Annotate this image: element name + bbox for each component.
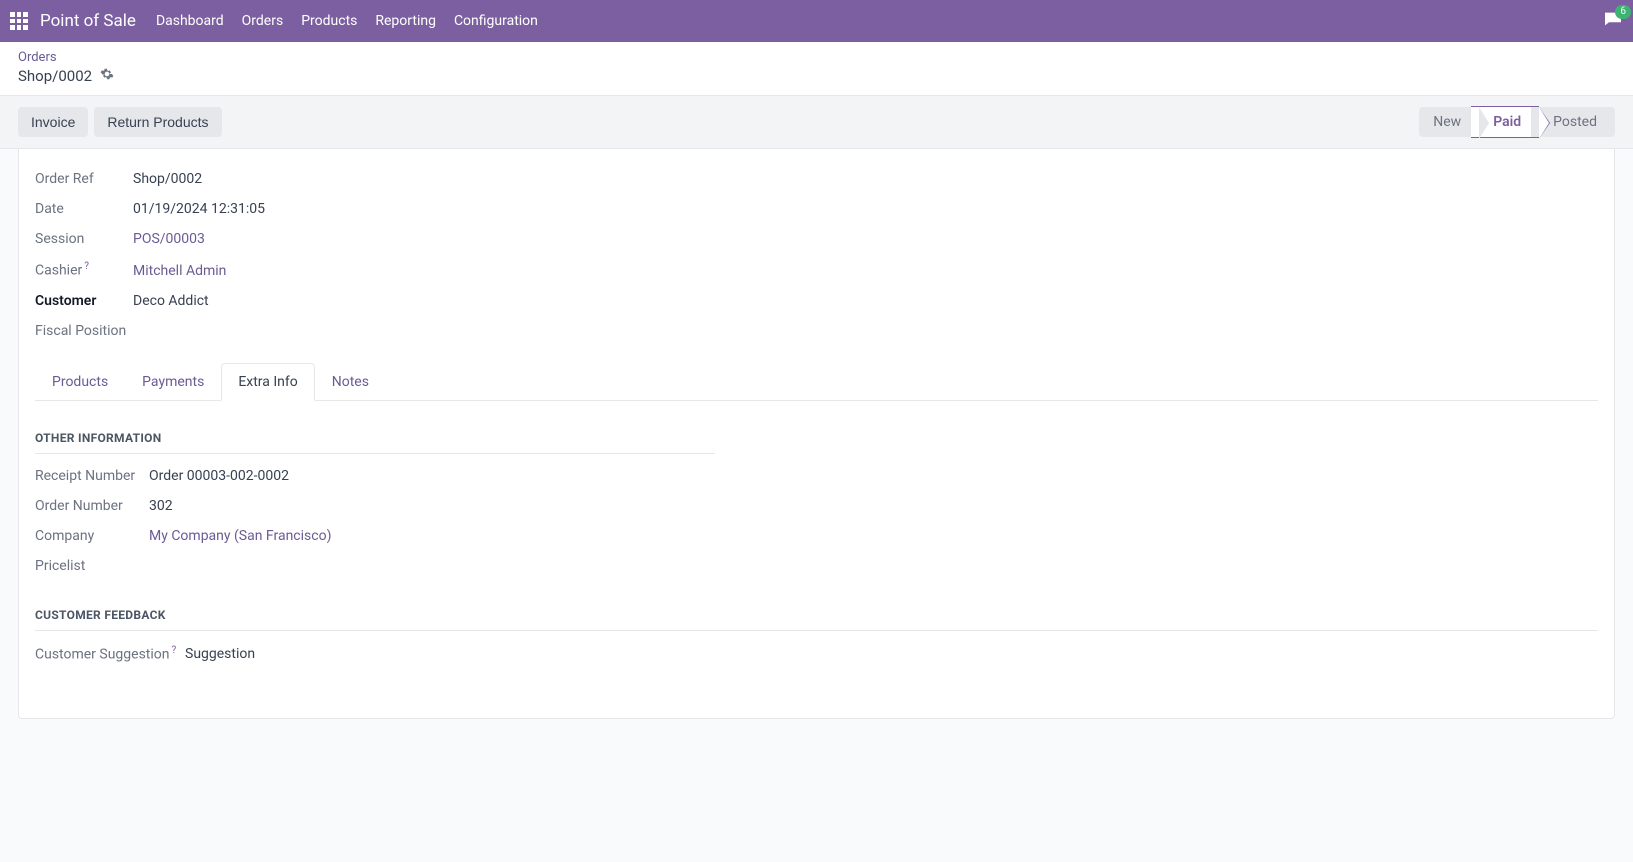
breadcrumb-bar: Orders Shop/0002 <box>0 42 1633 96</box>
value-customer[interactable]: Deco Addict <box>133 293 209 309</box>
value-customer-suggestion[interactable]: Suggestion <box>185 646 255 662</box>
value-date: 01/19/2024 12:31:05 <box>133 201 265 217</box>
value-receipt-number: Order 00003-002-0002 <box>149 468 289 484</box>
invoice-button[interactable]: Invoice <box>18 107 88 137</box>
tab-notes[interactable]: Notes <box>315 363 386 401</box>
nav-configuration[interactable]: Configuration <box>454 13 538 29</box>
tab-products[interactable]: Products <box>35 363 125 401</box>
status-track: New Paid Posted <box>1419 106 1615 138</box>
form-sheet: Order Ref Shop/0002 Date 01/19/2024 12:3… <box>18 149 1615 719</box>
tab-content-extra-info: OTHER INFORMATION Receipt Number Order 0… <box>35 401 1598 663</box>
help-icon[interactable]: ? <box>84 261 89 272</box>
tab-extra-info[interactable]: Extra Info <box>221 363 314 401</box>
section-title-other-info: OTHER INFORMATION <box>35 431 715 445</box>
label-session: Session <box>35 231 133 247</box>
top-navbar: Point of Sale Dashboard Orders Products … <box>0 0 1633 42</box>
label-customer: Customer <box>35 293 133 309</box>
nav-dashboard[interactable]: Dashboard <box>156 13 224 29</box>
messaging-icon[interactable]: 6 <box>1603 11 1623 31</box>
label-pricelist: Pricelist <box>35 558 149 574</box>
label-date: Date <box>35 201 133 217</box>
value-order-number: 302 <box>149 498 173 514</box>
label-company: Company <box>35 528 149 544</box>
value-company[interactable]: My Company (San Francisco) <box>149 528 331 544</box>
divider <box>35 630 1598 631</box>
app-brand[interactable]: Point of Sale <box>40 11 136 31</box>
value-order-ref: Shop/0002 <box>133 171 202 187</box>
label-customer-suggestion: Customer Suggestion? <box>35 645 185 663</box>
value-cashier[interactable]: Mitchell Admin <box>133 263 226 279</box>
nav-products[interactable]: Products <box>301 13 357 29</box>
messaging-badge: 6 <box>1615 5 1631 19</box>
value-session[interactable]: POS/00003 <box>133 231 205 247</box>
breadcrumb-current: Shop/0002 <box>18 67 92 85</box>
label-fiscal-position: Fiscal Position <box>35 323 126 339</box>
nav-orders[interactable]: Orders <box>242 13 284 29</box>
tab-payments[interactable]: Payments <box>125 363 221 401</box>
apps-icon[interactable] <box>10 12 28 30</box>
action-bar: Invoice Return Products New Paid Posted <box>0 96 1633 149</box>
return-products-button[interactable]: Return Products <box>94 107 221 137</box>
status-new[interactable]: New <box>1419 107 1479 137</box>
nav-reporting[interactable]: Reporting <box>375 13 436 29</box>
label-receipt-number: Receipt Number <box>35 468 149 484</box>
section-title-customer-feedback: CUSTOMER FEEDBACK <box>35 608 1598 622</box>
gear-icon[interactable] <box>100 67 114 85</box>
breadcrumb-parent[interactable]: Orders <box>18 50 1615 65</box>
tabs: Products Payments Extra Info Notes <box>35 363 1598 401</box>
label-order-number: Order Number <box>35 498 149 514</box>
label-order-ref: Order Ref <box>35 171 133 187</box>
help-icon[interactable]: ? <box>172 645 177 656</box>
label-cashier: Cashier? <box>35 261 133 279</box>
divider <box>35 453 715 454</box>
